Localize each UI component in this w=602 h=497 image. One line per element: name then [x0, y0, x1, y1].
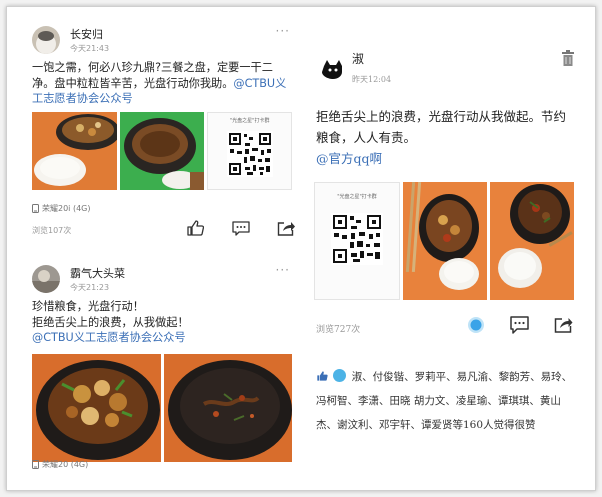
comment-icon[interactable] — [510, 316, 529, 334]
view-count: 浏览727次 — [316, 325, 361, 335]
like-icon[interactable] — [467, 316, 485, 334]
like-thumb-icon — [316, 367, 328, 381]
qr-code-icon — [331, 213, 383, 265]
post-text: 拒绝舌尖上的浪费，光盘行动从我做起。节约粮食，人人有责。 @官方qq啊 — [316, 106, 578, 169]
likes-list: 淑、付俊锴、罗莉平、易凡渝、黎韵芳、易玲、冯柯智、李潇、田晓 胡力文、凌星瑜、谭… — [316, 365, 578, 437]
device-info: 荣耀20i (4G) — [32, 203, 90, 214]
username[interactable]: 霸气大头菜 — [70, 265, 125, 281]
trash-icon[interactable] — [562, 50, 574, 66]
food-photo-1[interactable] — [32, 111, 117, 190]
more-icon[interactable]: ··· — [276, 263, 290, 277]
food-photo-1-image — [32, 111, 117, 190]
mention-link[interactable]: @官方qq啊 — [316, 151, 382, 166]
post-line-2: 拒绝舌尖上的浪费，从我做起！ — [32, 315, 189, 329]
food-photo-2[interactable] — [119, 111, 205, 190]
qr-title: "光盘之星"打卡群 — [229, 117, 270, 124]
view-count: 浏览107次 — [32, 226, 72, 235]
device-name: 荣耀20 (4G) — [42, 460, 89, 469]
qr-title: "光盘之星"打卡群 — [337, 194, 377, 200]
share-icon[interactable] — [554, 316, 573, 334]
food-photo-1[interactable] — [403, 182, 487, 300]
post-text: 一饱之需，何必八珍九鼎?三餐之盘，定要一干二净。盘中粒粒皆辛苦，光盘行动你我助。… — [24, 60, 300, 107]
food-photo-2-image — [163, 353, 292, 462]
device-info: 荣耀20 (4G) — [32, 459, 88, 470]
post-time: 今天21:43 — [70, 44, 110, 53]
post-text: 珍惜粮食，光盘行动！ 拒绝舌尖上的浪费，从我做起！ @CTBU义工志愿者协会公众… — [24, 299, 300, 346]
post-card-1: 长安归 今天21:43 ··· 一饱之需，何必八珍九鼎?三餐之盘，定要一干二净。… — [24, 20, 300, 245]
qr-card[interactable]: "光盘之星"打卡群 — [314, 182, 400, 300]
photo-grid — [24, 353, 300, 462]
post-header: 霸气大头菜 今天21:23 ··· — [24, 259, 300, 299]
food-photo-2[interactable] — [490, 182, 574, 300]
liker-avatar-icon — [333, 369, 347, 382]
qr-code-icon — [227, 130, 274, 177]
food-photo-1-image — [32, 353, 161, 462]
post-line-1: 珍惜粮食，光盘行动！ — [32, 300, 144, 313]
food-photo-2-image — [490, 182, 574, 300]
food-photo-2[interactable] — [163, 353, 292, 462]
likes-names[interactable]: 淑、付俊锴、罗莉平、易凡渝、黎韵芳、易玲、冯柯智、李潇、田晓 胡力文、凌星瑜、谭… — [316, 371, 572, 431]
username[interactable]: 淑 — [352, 50, 364, 67]
food-photo-1-image — [403, 182, 487, 300]
post-header: 长安归 今天21:43 ··· — [24, 20, 300, 60]
avatar[interactable] — [320, 58, 346, 80]
phone-icon — [32, 204, 39, 213]
avatar[interactable] — [32, 265, 60, 293]
food-photo-2-image — [119, 111, 205, 190]
photo-grid: "光盘之星"打卡群 — [314, 182, 574, 300]
photo-grid: "光盘之星"打卡群 — [24, 111, 300, 190]
device-name: 荣耀20i (4G) — [42, 204, 91, 213]
post-card-2: 霸气大头菜 今天21:23 ··· 珍惜粮食，光盘行动！ 拒绝舌尖上的浪费，从我… — [24, 259, 300, 477]
share-icon[interactable] — [277, 220, 295, 236]
phone-icon — [32, 460, 39, 469]
more-icon[interactable]: ··· — [276, 24, 290, 38]
username[interactable]: 长安归 — [70, 26, 103, 42]
like-icon[interactable] — [186, 220, 204, 236]
qr-card[interactable]: "光盘之星"打卡群 — [207, 111, 292, 190]
avatar[interactable] — [32, 26, 60, 54]
food-photo-1[interactable] — [32, 353, 161, 462]
comment-icon[interactable] — [232, 221, 250, 236]
post-time: 今天21:23 — [70, 283, 110, 292]
post-body: 拒绝舌尖上的浪费，光盘行动从我做起。节约粮食，人人有责。 — [316, 109, 567, 145]
post-time: 昨天12:04 — [352, 75, 392, 84]
mention-link[interactable]: @CTBU义工志愿者协会公众号 — [32, 330, 292, 346]
